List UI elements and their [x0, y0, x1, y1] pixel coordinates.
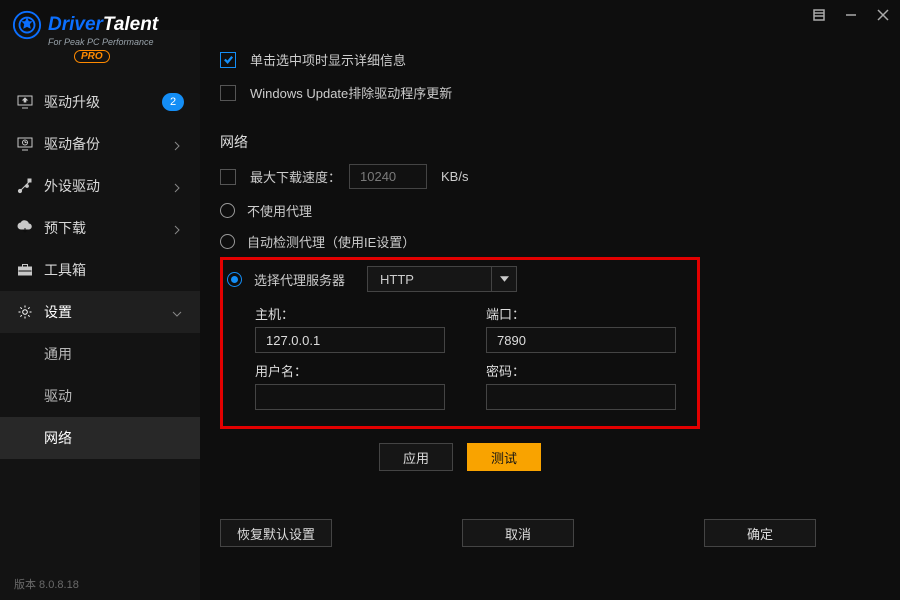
- host-label: 主机：: [255, 304, 450, 323]
- menu-icon[interactable]: [812, 8, 826, 22]
- badge-count: 2: [162, 93, 184, 111]
- subnav: 通用 驱动 网络: [0, 333, 200, 459]
- chevron-down-icon: [172, 306, 184, 318]
- speed-unit: KB/s: [441, 169, 468, 184]
- nav-item-label: 预下载: [44, 218, 86, 238]
- chevron-right-icon: [172, 180, 184, 192]
- ok-button[interactable]: 确定: [704, 519, 816, 547]
- logo-text: DriverTalent: [48, 14, 158, 36]
- radio-label: 自动检测代理（使用IE设置）: [247, 232, 415, 251]
- toolbox-icon: [16, 261, 34, 279]
- main-panel: 单击选中项时显示详细信息 Windows Update排除驱动程序更新 网络 最…: [200, 30, 900, 600]
- radio-proxy-none[interactable]: [220, 203, 235, 218]
- nav: 驱动升级 2 驱动备份 外设驱动 预下载: [0, 81, 200, 333]
- section-network-title: 网络: [220, 132, 870, 152]
- max-speed-input[interactable]: [349, 164, 427, 189]
- cloud-down-icon: [16, 219, 34, 237]
- nav-item-label: 驱动备份: [44, 134, 100, 154]
- checkbox-label: Windows Update排除驱动程序更新: [250, 83, 452, 102]
- nav-item-label: 驱动升级: [44, 92, 100, 112]
- nav-item-label: 工具箱: [44, 260, 86, 280]
- version-label: 版本 8.0.8.18: [14, 576, 79, 592]
- radio-label: 选择代理服务器: [254, 270, 345, 289]
- subnav-network[interactable]: 网络: [0, 417, 200, 459]
- nav-driver-backup[interactable]: 驱动备份: [0, 123, 200, 165]
- chevron-down-icon: [500, 272, 509, 287]
- logo-icon: [12, 10, 42, 40]
- nav-item-label: 外设驱动: [44, 176, 100, 196]
- apply-button[interactable]: 应用: [379, 443, 453, 471]
- nav-predownload[interactable]: 预下载: [0, 207, 200, 249]
- minimize-icon[interactable]: [844, 8, 858, 22]
- nav-item-label: 设置: [44, 302, 72, 322]
- radio-proxy-auto[interactable]: [220, 234, 235, 249]
- test-button[interactable]: 测试: [467, 443, 541, 471]
- nav-settings[interactable]: 设置: [0, 291, 200, 333]
- max-speed-label: 最大下载速度：: [250, 167, 341, 186]
- nav-toolbox[interactable]: 工具箱: [0, 249, 200, 291]
- checkbox-label: 单击选中项时显示详细信息: [250, 50, 406, 69]
- host-input[interactable]: [255, 327, 445, 353]
- checkbox-show-details[interactable]: [220, 52, 236, 68]
- subnav-driver[interactable]: 驱动: [0, 375, 200, 417]
- proxy-protocol-dropdown[interactable]: HTTP: [367, 266, 517, 292]
- dropdown-value: HTTP: [380, 272, 414, 287]
- logo-pro-badge: PRO: [74, 50, 110, 63]
- password-label: 密码：: [486, 361, 681, 380]
- close-icon[interactable]: [876, 8, 890, 22]
- sidebar: DriverTalent For Peak PC Performance PRO…: [0, 30, 200, 600]
- nav-driver-upgrade[interactable]: 驱动升级 2: [0, 81, 200, 123]
- port-label: 端口：: [486, 304, 681, 323]
- monitor-up-icon: [16, 93, 34, 111]
- clock-monitor-icon: [16, 135, 34, 153]
- logo: DriverTalent For Peak PC Performance PRO: [0, 10, 200, 81]
- subnav-general[interactable]: 通用: [0, 333, 200, 375]
- cancel-button[interactable]: 取消: [462, 519, 574, 547]
- checkbox-max-speed[interactable]: [220, 169, 236, 185]
- checkbox-wu-exclude[interactable]: [220, 85, 236, 101]
- gear-icon: [16, 303, 34, 321]
- logo-subtitle: For Peak PC Performance: [48, 37, 188, 47]
- usb-icon: [16, 177, 34, 195]
- proxy-highlight-box: 选择代理服务器 HTTP 主机： 端口：: [220, 257, 700, 429]
- radio-proxy-manual[interactable]: [227, 272, 242, 287]
- restore-defaults-button[interactable]: 恢复默认设置: [220, 519, 332, 547]
- chevron-right-icon: [172, 222, 184, 234]
- username-input[interactable]: [255, 384, 445, 410]
- password-input[interactable]: [486, 384, 676, 410]
- port-input[interactable]: [486, 327, 676, 353]
- nav-peripheral[interactable]: 外设驱动: [0, 165, 200, 207]
- radio-label: 不使用代理: [247, 201, 312, 220]
- chevron-right-icon: [172, 138, 184, 150]
- username-label: 用户名：: [255, 361, 450, 380]
